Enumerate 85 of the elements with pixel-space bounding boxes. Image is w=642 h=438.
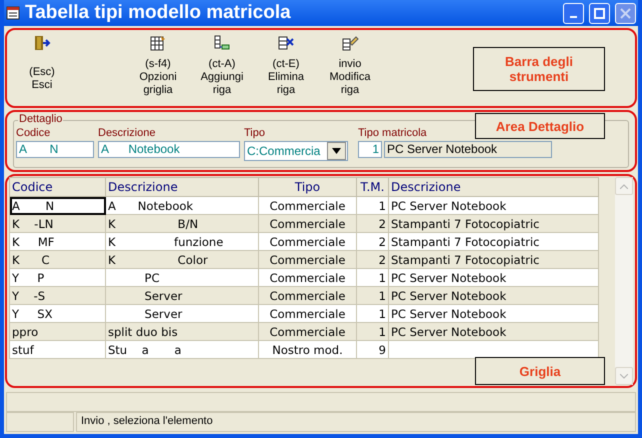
type-dropdown[interactable]: C:Commercia	[244, 141, 348, 161]
type-cell: Commerciale	[258, 322, 356, 340]
type-description-cell: Stampanti 7 Fotocopiatric	[388, 214, 598, 232]
type-description-cell: PC Server Notebook	[388, 196, 598, 214]
close-button[interactable]	[615, 2, 636, 24]
type-description-cell: Stampanti 7 Fotocopiatric	[388, 250, 598, 268]
toolbar-button[interactable]: invio Modifica riga	[323, 34, 377, 97]
type-cell: Commerciale	[258, 268, 356, 286]
column-header[interactable]: Descrizione	[388, 178, 598, 196]
field-label: Codice	[16, 127, 52, 141]
description-cell: K Color	[106, 250, 258, 268]
maximize-button[interactable]	[589, 2, 610, 24]
code-cell: Y P	[10, 268, 106, 286]
description-cell: Stu a a	[106, 340, 258, 358]
type-description-cell: PC Server Notebook	[388, 322, 598, 340]
delete-row-icon	[277, 34, 295, 52]
window-title: Tabella tipi modello matricola	[25, 2, 292, 24]
field-label: Descrizione	[98, 127, 156, 141]
column-header[interactable]: T.M.	[356, 178, 388, 196]
group-legend: Dettaglio	[18, 113, 64, 125]
description-cell: K funzione	[106, 232, 258, 250]
type-description-cell: PC Server Notebook	[388, 304, 598, 322]
type-description-cell: PC Server Notebook	[388, 268, 598, 286]
code-cell: K -LN	[10, 214, 106, 232]
toolbar-button[interactable]: (ct-E) Elimina riga	[259, 34, 313, 97]
status-message: Invio , seleziona l'elemento	[76, 412, 636, 432]
description-cell: PC	[106, 268, 258, 286]
description-field[interactable]: A Notebook	[98, 141, 240, 158]
code-cell: Y SX	[10, 304, 106, 322]
description-cell: Server	[106, 304, 258, 322]
tm-cell: 1	[356, 322, 388, 340]
code-cell: stuf	[10, 340, 106, 358]
type-cell: Commerciale	[258, 304, 356, 322]
scrollbar[interactable]	[615, 177, 633, 385]
door-exit-icon	[33, 34, 51, 52]
scroll-down-icon	[620, 374, 628, 378]
close-icon	[620, 8, 631, 18]
code-cell: Y -S	[10, 286, 106, 304]
type-description-field: PC Server Notebook	[384, 141, 552, 158]
status-panel	[6, 412, 74, 432]
type-cell: Commerciale	[258, 232, 356, 250]
maximize-icon	[594, 8, 605, 18]
tm-cell: 1	[356, 196, 388, 214]
column-header[interactable]: Descrizione	[106, 178, 258, 196]
code-cell: K MF	[10, 232, 106, 250]
type-cell: Nostro mod.	[258, 340, 356, 358]
add-row-icon	[213, 34, 231, 52]
annotation-label: Barra degli strumenti	[473, 47, 605, 91]
type-description-cell: PC Server Notebook	[388, 286, 598, 304]
toolbar-button[interactable]: (ct-A) Aggiungi riga	[195, 34, 249, 97]
grid-settings-icon	[149, 34, 167, 52]
type-cell: Commerciale	[258, 214, 356, 232]
code-cell: A N	[10, 196, 106, 214]
type-description-cell: Stampanti 7 Fotocopiatric	[388, 232, 598, 250]
type-cell: Commerciale	[258, 250, 356, 268]
annotation-label: Griglia	[475, 357, 605, 385]
tm-cell: 2	[356, 250, 388, 268]
type-cell: Commerciale	[258, 286, 356, 304]
code-cell: K C	[10, 250, 106, 268]
tm-cell: 1	[356, 304, 388, 322]
edit-row-icon	[341, 34, 359, 52]
window-icon	[6, 6, 20, 20]
tm-cell: 1	[356, 268, 388, 286]
column-header[interactable]: Codice	[10, 178, 106, 196]
type-cell: Commerciale	[258, 196, 356, 214]
field-label: Tipo	[244, 127, 266, 141]
toolbar-button[interactable]: (Esc) Esci	[15, 34, 69, 92]
scroll-up-icon	[620, 184, 628, 188]
description-cell: K B/N	[106, 214, 258, 232]
tm-cell: 9	[356, 340, 388, 358]
dropdown-arrow-icon	[332, 148, 341, 154]
tm-cell: 1	[356, 286, 388, 304]
minimize-button[interactable]	[563, 2, 584, 24]
code-cell: ppro	[10, 322, 106, 340]
tm-cell: 2	[356, 214, 388, 232]
toolbar-button[interactable]: (s-f4) Opzioni griglia	[131, 34, 185, 97]
description-cell: A Notebook	[106, 196, 258, 214]
description-cell: Server	[106, 286, 258, 304]
description-cell: split duo bis	[106, 322, 258, 340]
column-header[interactable]: Tipo	[258, 178, 356, 196]
annotation-label: Area Dettaglio	[475, 113, 605, 139]
tm-cell: 2	[356, 232, 388, 250]
type-number-field[interactable]: 1	[358, 141, 382, 158]
minimize-icon	[570, 16, 577, 18]
code-field[interactable]: A N	[16, 141, 94, 158]
